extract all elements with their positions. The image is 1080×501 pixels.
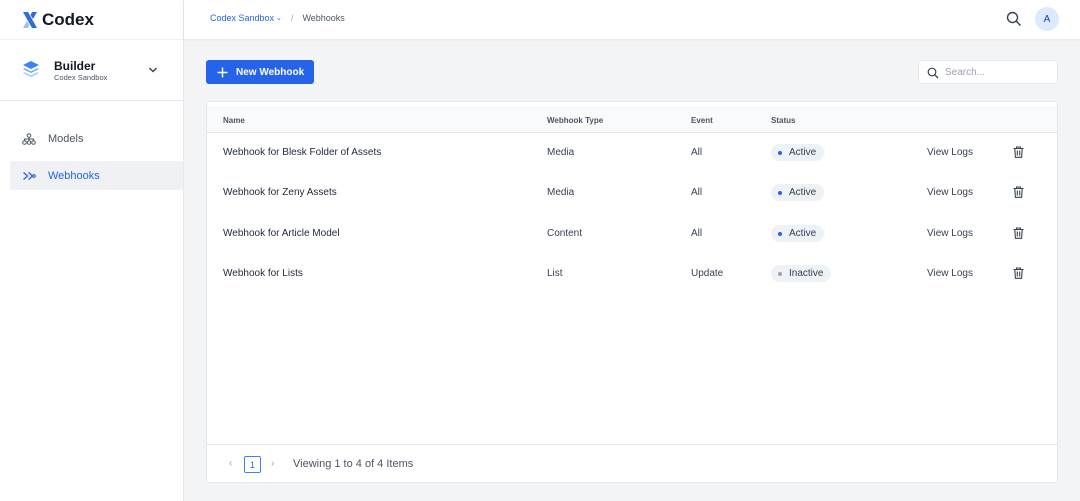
- status-dot: [778, 271, 782, 276]
- status-badge: Active: [771, 184, 825, 201]
- sidebar: Codex Builder Codex Sandbox Models Webho…: [0, 0, 184, 501]
- webhook-type: Media: [547, 147, 575, 158]
- breadcrumb-separator: /: [290, 13, 294, 23]
- breadcrumb-current: Webhooks: [302, 13, 345, 23]
- search-box[interactable]: [918, 60, 1058, 84]
- webhook-event: All: [691, 187, 703, 198]
- search-icon: [927, 67, 939, 79]
- webhooks-icon: [23, 171, 36, 180]
- table-row[interactable]: Webhook for Article Model Content All Ac…: [207, 214, 1057, 254]
- table-row[interactable]: Webhook for Lists List Update Inactive V…: [207, 254, 1057, 294]
- column-header-event[interactable]: Event: [691, 116, 713, 125]
- breadcrumb: Codex Sandbox ⌄ / Webhooks: [210, 13, 345, 23]
- chevron-down-icon[interactable]: ⌄: [276, 14, 282, 22]
- layers-icon: [23, 61, 39, 77]
- trash-icon[interactable]: [1013, 267, 1024, 279]
- pagination-next-button[interactable]: ›: [271, 458, 274, 469]
- pagination-prev-button[interactable]: ‹: [229, 458, 232, 469]
- top-header: Codex Sandbox ⌄ / Webhooks A: [184, 0, 1080, 39]
- webhook-type: Media: [547, 187, 575, 198]
- sidebar-item-label: Models: [48, 132, 84, 145]
- project-subtitle: Codex Sandbox: [54, 73, 108, 82]
- models-icon: [22, 132, 36, 145]
- view-logs-link[interactable]: View Logs: [927, 268, 973, 279]
- codex-logo-icon: [23, 12, 37, 28]
- view-logs-link[interactable]: View Logs: [927, 147, 973, 158]
- webhook-event: All: [691, 228, 703, 239]
- table-header: Name Webhook Type Event Status: [207, 107, 1057, 133]
- project-switcher[interactable]: Builder Codex Sandbox: [0, 40, 183, 101]
- column-header-webhook-type[interactable]: Webhook Type: [547, 116, 603, 125]
- new-webhook-label: New Webhook: [236, 66, 305, 78]
- sidebar-item-webhooks[interactable]: Webhooks: [10, 161, 183, 190]
- webhook-type: List: [547, 268, 563, 279]
- status-label: Active: [789, 187, 817, 198]
- avatar[interactable]: A: [1035, 7, 1059, 31]
- app-name: Codex: [42, 10, 94, 29]
- search-icon[interactable]: [1006, 11, 1022, 27]
- status-label: Inactive: [789, 268, 824, 279]
- view-logs-link[interactable]: View Logs: [927, 228, 973, 239]
- webhook-event: Update: [691, 268, 724, 279]
- status-label: Active: [789, 228, 817, 239]
- sidebar-item-models[interactable]: Models: [10, 124, 183, 153]
- pagination-page-button[interactable]: 1: [244, 456, 261, 473]
- pagination: ‹ 1 › Viewing 1 to 4 of 4 Items: [207, 444, 1057, 482]
- status-dot: [778, 150, 782, 155]
- webhook-name[interactable]: Webhook for Lists: [223, 268, 303, 279]
- new-webhook-button[interactable]: New Webhook: [206, 60, 314, 84]
- trash-icon[interactable]: [1013, 146, 1024, 158]
- table-row[interactable]: Webhook for Blesk Folder of Assets Media…: [207, 133, 1057, 173]
- webhook-type: Content: [547, 228, 583, 239]
- status-badge: Active: [771, 225, 825, 242]
- app-logo[interactable]: Codex: [22, 10, 94, 30]
- pagination-info: Viewing 1 to 4 of 4 Items: [293, 458, 414, 470]
- chevron-down-icon[interactable]: [148, 66, 158, 74]
- webhook-name[interactable]: Webhook for Zeny Assets: [223, 187, 337, 198]
- sidebar-item-label: Webhooks: [48, 169, 100, 182]
- plus-icon: [217, 67, 228, 78]
- status-badge: Active: [771, 144, 825, 161]
- status-label: Active: [789, 147, 817, 158]
- webhook-name[interactable]: Webhook for Article Model: [223, 228, 340, 239]
- status-dot: [778, 231, 782, 236]
- webhook-name[interactable]: Webhook for Blesk Folder of Assets: [223, 147, 381, 158]
- breadcrumb-workspace[interactable]: Codex Sandbox: [210, 13, 274, 23]
- status-badge: Inactive: [771, 265, 832, 282]
- column-header-name[interactable]: Name: [223, 116, 245, 125]
- project-name: Builder: [54, 59, 96, 73]
- status-dot: [778, 190, 782, 195]
- search-input[interactable]: [945, 64, 1053, 80]
- trash-icon[interactable]: [1013, 227, 1024, 239]
- table-row[interactable]: Webhook for Zeny Assets Media All Active…: [207, 173, 1057, 213]
- webhook-event: All: [691, 147, 703, 158]
- webhooks-table: Name Webhook Type Event Status Webhook f…: [206, 101, 1058, 483]
- view-logs-link[interactable]: View Logs: [927, 187, 973, 198]
- trash-icon[interactable]: [1013, 186, 1024, 198]
- column-header-status[interactable]: Status: [771, 116, 795, 125]
